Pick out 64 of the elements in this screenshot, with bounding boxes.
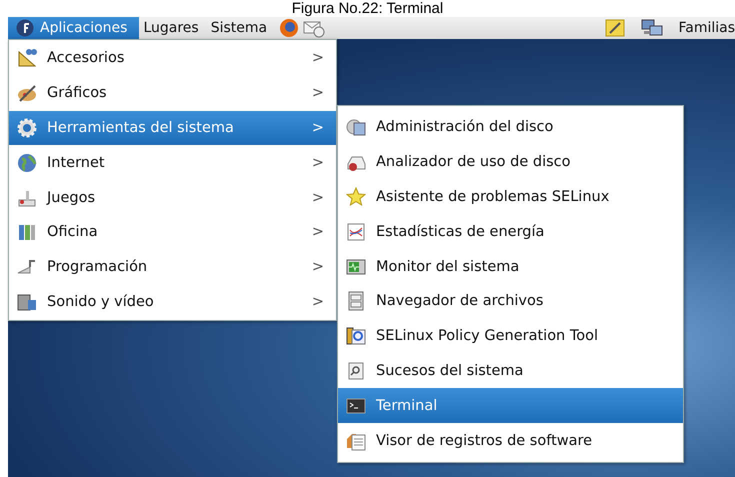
gear-icon: [17, 118, 37, 138]
star-icon: [346, 186, 366, 207]
menu-item-label: Herramientas del sistema: [47, 120, 235, 136]
terminal-icon: [346, 396, 366, 416]
menu-item-label: Internet: [47, 154, 106, 171]
menu-item[interactable]: Oficina >: [9, 214, 336, 250]
globe-icon: [17, 152, 37, 173]
submenu-item[interactable]: Administración del disco: [338, 110, 683, 145]
menu-item[interactable]: Sonido y vídeo >: [9, 284, 336, 320]
submenu-arrow: >: [312, 154, 325, 171]
user-name: Familias: [678, 20, 735, 36]
submenu-arrow: >: [312, 50, 325, 66]
menu-item[interactable]: Accesorios >: [9, 41, 336, 76]
menu-item-label: Sonido y vídeo: [47, 294, 155, 310]
figure-caption: Figura No.22: Terminal: [292, 0, 444, 17]
disk-icon: [346, 117, 366, 138]
chart-icon: [346, 222, 366, 242]
submenu-item-label: Sucesos del sistema: [376, 362, 524, 379]
browser-globe-icon: [279, 18, 300, 38]
submenu-item-label: Monitor del sistema: [376, 258, 520, 275]
submenu-item[interactable]: Sucesos del sistema: [338, 354, 683, 388]
menu-item[interactable]: Juegos >: [9, 180, 336, 215]
panel-menu[interactable]: Aplicaciones: [8, 17, 140, 39]
menu-item[interactable]: Internet >: [9, 145, 336, 180]
submenu-item[interactable]: Asistente de problemas SELinux: [338, 180, 683, 214]
menu-item-label: Gráficos: [47, 85, 108, 102]
monitor-icon: [346, 256, 366, 277]
submenu-item-label: Asistente de problemas SELinux: [376, 188, 610, 205]
submenu-item-label: Terminal: [376, 398, 438, 414]
submenu-item[interactable]: Navegador de archivos: [338, 284, 683, 319]
menu-item-label: Programación: [47, 259, 148, 276]
menu-item[interactable]: Gráficos >: [9, 76, 336, 111]
submenu-item-label: Administración del disco: [376, 119, 554, 136]
submenu-arrow: >: [312, 294, 325, 310]
panel-menu[interactable]: Sistema: [206, 17, 276, 39]
menu-item[interactable]: Programación >: [9, 250, 336, 285]
submenu-item-label: Navegador de archivos: [376, 293, 544, 310]
submenu-item[interactable]: SELinux Policy Generation Tool: [338, 318, 683, 354]
submenu-arrow: >: [312, 85, 325, 102]
submenu-arrow: >: [312, 259, 325, 276]
cabinet-icon: [346, 291, 366, 312]
submenu-item-label: Estadísticas de energía: [376, 224, 546, 240]
submenu-item[interactable]: Terminal: [338, 388, 683, 424]
network-computers-icon: [640, 18, 664, 38]
scroll-magnifier-icon: [346, 360, 366, 381]
submenu-arrow: >: [312, 120, 325, 136]
menu-item[interactable]: Herramientas del sistema >: [9, 110, 336, 146]
submenu-arrow: >: [312, 224, 325, 240]
menu-item-label: Juegos: [47, 190, 96, 206]
submenu-item[interactable]: Analizador de uso de disco: [338, 144, 683, 180]
menu-item-label: Accesorios: [47, 50, 126, 66]
menu-item-label: Oficina: [47, 224, 99, 240]
submenu-item[interactable]: Monitor del sistema: [338, 249, 683, 284]
palette-brush-icon: [17, 83, 37, 104]
submenu-item-label: SELinux Policy Generation Tool: [376, 328, 600, 344]
submenu-item[interactable]: Estadísticas de energía: [338, 214, 683, 250]
binders-icon: [17, 222, 37, 242]
panel-menu[interactable]: Lugares: [139, 17, 207, 39]
submenu-item-label: Analizador de uso de disco: [376, 154, 572, 170]
notepad-pencil-icon: [604, 18, 626, 38]
submenu-item[interactable]: Visor de registros de software: [338, 423, 683, 458]
submenu-item-label: Visor de registros de software: [376, 432, 594, 449]
fedora-logo-icon: [16, 19, 34, 37]
submenu-arrow: >: [312, 190, 325, 206]
